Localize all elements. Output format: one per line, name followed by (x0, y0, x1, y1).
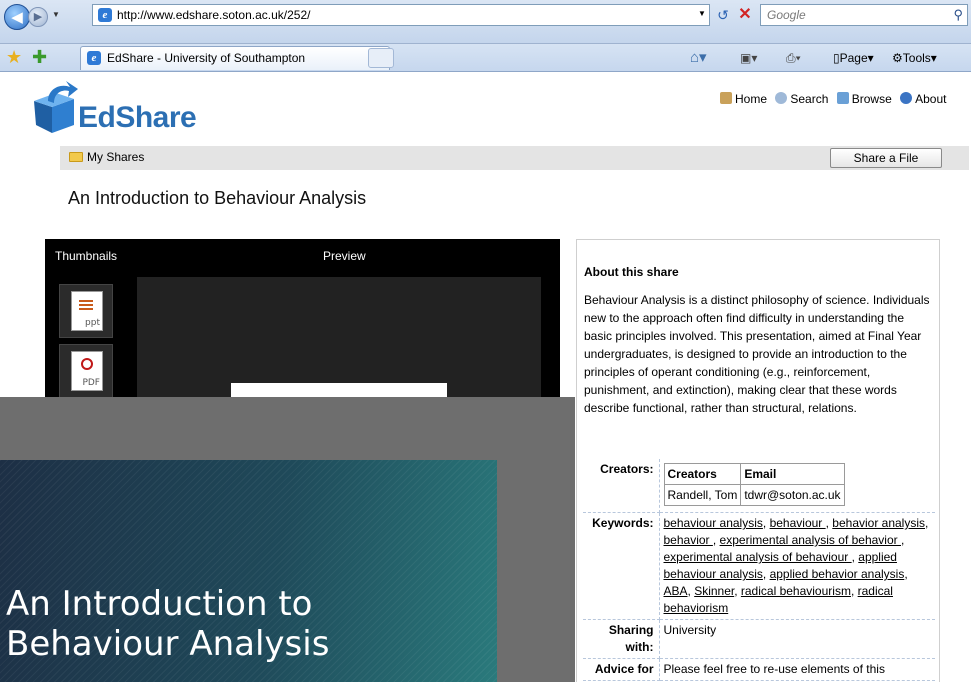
keyword-link[interactable]: behavior (664, 533, 713, 547)
refresh-icon[interactable]: ↺ (714, 6, 732, 24)
thumbnails-label: Thumbnails (55, 249, 118, 263)
back-button[interactable]: ◀ (4, 4, 30, 30)
about-heading: About this share (584, 265, 679, 279)
history-dropdown-icon[interactable]: ▼ (52, 10, 60, 19)
creators-table: Creators Email Randell, Tom tdwr@soton.a… (663, 463, 845, 506)
slide-image: An Introduction to Behaviour Analysis (0, 460, 497, 682)
creator-name: Randell, Tom (663, 484, 742, 506)
logo-text[interactable]: EdShare (78, 101, 197, 135)
keyword-link[interactable]: ABA (664, 584, 688, 598)
thumbnail-pdf[interactable]: PDF (59, 344, 113, 398)
keyword-link[interactable]: applied behavior analysis (770, 567, 905, 581)
metadata-table: Creators: Creators Email Randell, Tom td… (583, 459, 935, 681)
ie-page-icon: e (98, 8, 112, 22)
sharing-value: University (659, 619, 935, 659)
keyword-link[interactable]: experimental analysis of behavior (720, 533, 901, 547)
stop-icon[interactable]: ✕ (736, 6, 754, 24)
feeds-icon[interactable]: ▣▾ (740, 50, 757, 66)
advice-value: Please feel free to re-use elements of t… (659, 658, 935, 681)
favorites-star-icon[interactable]: ★ (6, 47, 22, 67)
folder-icon (69, 152, 83, 162)
keyword-link[interactable]: behavior analysis (832, 516, 925, 530)
keyword-link[interactable]: Skinner (694, 584, 734, 598)
tab-title: EdShare - University of Southampton (107, 51, 306, 65)
tools-menu[interactable]: ⚙Tools▾ (892, 50, 937, 66)
search-icon (775, 92, 788, 104)
shares-bar: My Shares Share a File (60, 146, 969, 170)
about-icon (900, 92, 913, 104)
keyword-link[interactable]: experimental analysis of behaviour (664, 550, 852, 564)
ie-tab-icon: e (87, 51, 101, 65)
top-navigation: Home Search Browse About (720, 92, 951, 106)
address-url: http://www.edshare.soton.ac.uk/252/ (117, 8, 311, 22)
home-icon[interactable]: ⌂▾ (690, 50, 707, 66)
keywords-list: behaviour analysis, behaviour , behavior… (659, 512, 935, 620)
thumbnail-ppt[interactable]: ppt (59, 284, 113, 338)
slide-popup[interactable]: An Introduction to Behaviour Analysis (0, 397, 575, 682)
preview-label: Preview (323, 249, 366, 263)
new-tab-button[interactable] (368, 48, 394, 68)
advice-row: Advice for Please feel free to re-use el… (583, 658, 935, 681)
edshare-logo-icon[interactable] (30, 81, 80, 135)
keyword-link[interactable]: behaviour analysis (664, 516, 763, 530)
address-bar[interactable]: e http://www.edshare.soton.ac.uk/252/ (92, 4, 710, 26)
search-input[interactable]: Google ⚲ (760, 4, 968, 26)
address-dropdown-icon[interactable]: ▼ (698, 9, 706, 18)
nav-browse[interactable]: Browse (836, 92, 892, 106)
page-menu[interactable]: ▯Page▾ (833, 50, 874, 66)
browser-toolbar: ◀ ▶ ▼ e http://www.edshare.soton.ac.uk/2… (0, 0, 971, 44)
sharing-row: Sharing with: University (583, 619, 935, 659)
search-placeholder: Google (767, 8, 806, 22)
add-favorite-icon[interactable]: ✚ (32, 47, 47, 67)
nav-about[interactable]: About (900, 92, 946, 106)
nav-search[interactable]: Search (775, 92, 828, 106)
email-header: Email (740, 463, 845, 485)
browse-icon (836, 92, 849, 104)
keyword-link[interactable]: radical behaviourism (741, 584, 851, 598)
ppt-file-icon: ppt (71, 291, 103, 331)
creator-email: tdwr@soton.ac.uk (740, 484, 845, 506)
tab-edshare[interactable]: e EdShare - University of Southampton (80, 46, 390, 70)
home-icon (720, 92, 732, 104)
about-description: Behaviour Analysis is a distinct philoso… (584, 293, 930, 415)
forward-button[interactable]: ▶ (28, 7, 48, 27)
creators-header: Creators (663, 463, 742, 485)
pdf-file-icon: PDF (71, 351, 103, 391)
about-panel: About this share Behaviour Analysis is a… (576, 239, 940, 682)
nav-home[interactable]: Home (720, 92, 767, 106)
table-row: Randell, Tom tdwr@soton.ac.uk (663, 484, 845, 506)
print-icon[interactable]: ⎙▾ (786, 50, 801, 66)
slide-title: An Introduction to Behaviour Analysis (6, 584, 330, 664)
search-icon[interactable]: ⚲ (953, 5, 963, 25)
page-title: An Introduction to Behaviour Analysis (68, 188, 367, 208)
sharing-label: Sharing with: (583, 619, 660, 659)
creators-row: Creators: Creators Email Randell, Tom td… (583, 459, 935, 513)
keywords-row: Keywords: behaviour analysis, behaviour … (583, 512, 935, 620)
creators-label: Creators: (583, 459, 660, 513)
advice-label: Advice for (583, 658, 660, 681)
keyword-link[interactable]: behaviour (770, 516, 826, 530)
share-a-file-button[interactable]: Share a File (830, 148, 942, 168)
my-shares-link[interactable]: My Shares (69, 150, 144, 164)
tab-bar: ★ ✚ e EdShare - University of Southampto… (0, 44, 971, 72)
keywords-label: Keywords: (583, 512, 660, 620)
